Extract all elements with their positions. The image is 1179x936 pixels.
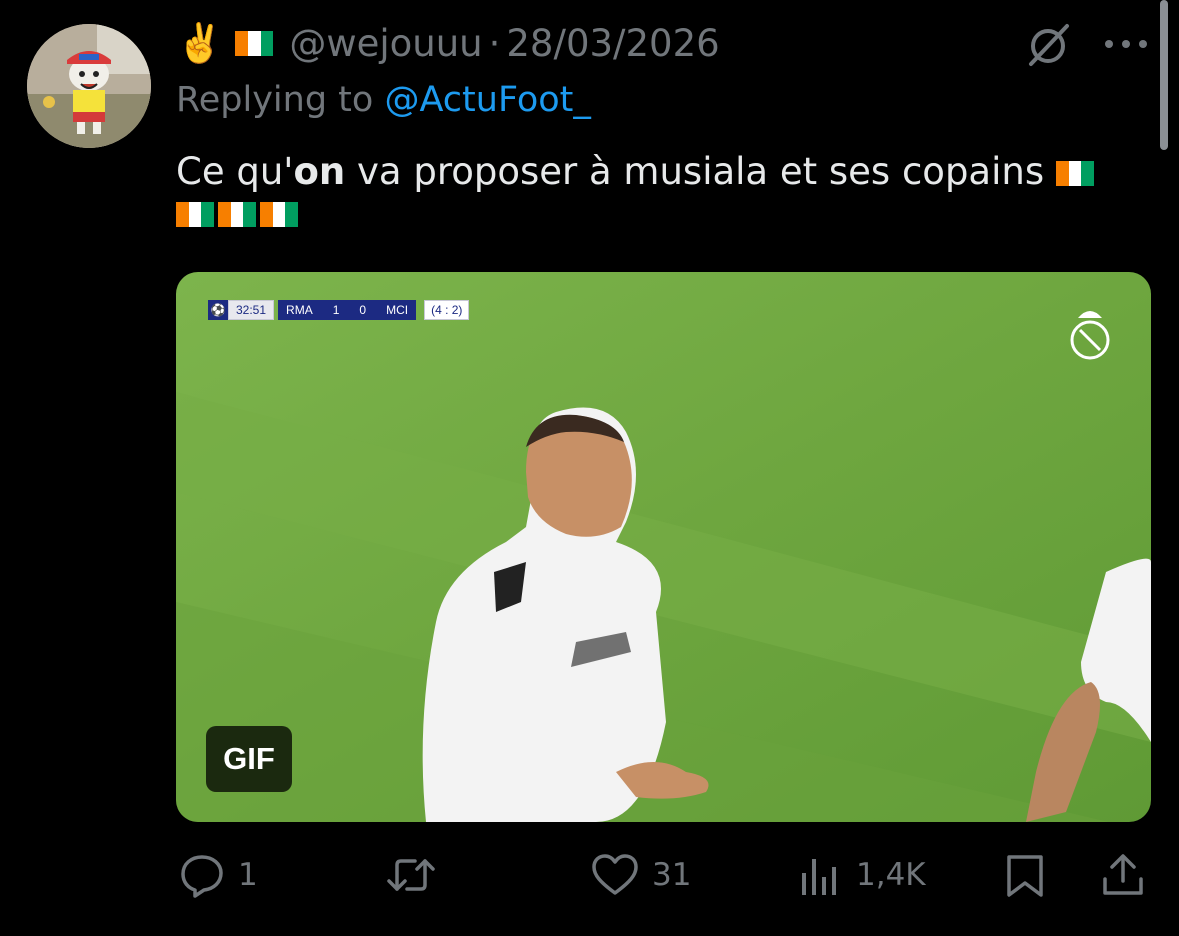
away-score: 0 xyxy=(359,303,367,317)
text-before: Ce qu' xyxy=(176,150,294,193)
ivory-coast-flag-icon xyxy=(176,202,214,227)
tweet-header: ✌️ @wejouuu · 28/03/2026 xyxy=(176,18,720,68)
reply-icon xyxy=(181,855,223,898)
aggregate-score: (4 : 2) xyxy=(424,300,470,320)
share-icon xyxy=(1103,854,1143,895)
scorebug: ⚽ 32:51 RMA 1 0 MCI (4 : 2) xyxy=(208,300,470,320)
victory-hand-emoji: ✌️ xyxy=(176,21,224,65)
more-icon[interactable] xyxy=(1103,38,1149,50)
gif-badge: GIF xyxy=(206,726,292,792)
text-after: va proposer à musiala et ses copains xyxy=(345,150,1056,193)
ivory-coast-flag-icon xyxy=(235,30,274,56)
competition-icon: ⚽ xyxy=(208,300,228,320)
bookmark-icon xyxy=(1007,855,1043,897)
views-button[interactable]: 1,4K xyxy=(798,840,926,910)
action-bar: 1 31 1,4K xyxy=(0,840,1179,910)
user-handle[interactable]: @wejouuu xyxy=(289,22,482,65)
ivory-coast-flag-icon xyxy=(260,202,298,227)
grok-icon[interactable] xyxy=(1023,22,1073,68)
bookmark-button[interactable] xyxy=(1003,840,1047,910)
media-gif[interactable]: ⚽ 32:51 RMA 1 0 MCI (4 : 2) GIF xyxy=(176,272,1151,822)
home-score: 1 xyxy=(332,303,340,317)
score-teams: RMA 1 0 MCI xyxy=(278,300,417,320)
text-bold: on xyxy=(293,150,346,193)
avatar[interactable] xyxy=(27,24,151,148)
ivory-coast-flag-icon xyxy=(1055,161,1094,186)
view-count: 1,4K xyxy=(856,857,926,893)
tweet-text: Ce qu'on va proposer à musiala et ses co… xyxy=(176,146,1136,227)
reply-button[interactable]: 1 xyxy=(178,840,258,910)
repost-icon xyxy=(387,859,435,891)
ivory-coast-flag-icon xyxy=(218,202,256,227)
reply-prefix: Replying to xyxy=(176,80,374,120)
match-time: 32:51 xyxy=(228,300,275,320)
reply-to-link[interactable]: @ActuFoot_ xyxy=(384,80,590,120)
away-team: MCI xyxy=(386,303,409,317)
home-team: RMA xyxy=(286,303,313,317)
separator-dot: · xyxy=(488,21,501,65)
reply-count: 1 xyxy=(238,857,258,893)
gif-frame xyxy=(176,272,1151,822)
repost-button[interactable] xyxy=(385,840,449,910)
tweet-date[interactable]: 28/03/2026 xyxy=(506,22,719,65)
share-button[interactable] xyxy=(1099,840,1147,910)
like-button[interactable]: 31 xyxy=(590,840,691,910)
like-icon xyxy=(592,854,638,895)
scrollbar[interactable] xyxy=(1160,0,1168,150)
like-count: 31 xyxy=(652,857,692,893)
replying-to: Replying to @ActuFoot_ xyxy=(176,80,591,120)
views-icon xyxy=(802,859,836,895)
